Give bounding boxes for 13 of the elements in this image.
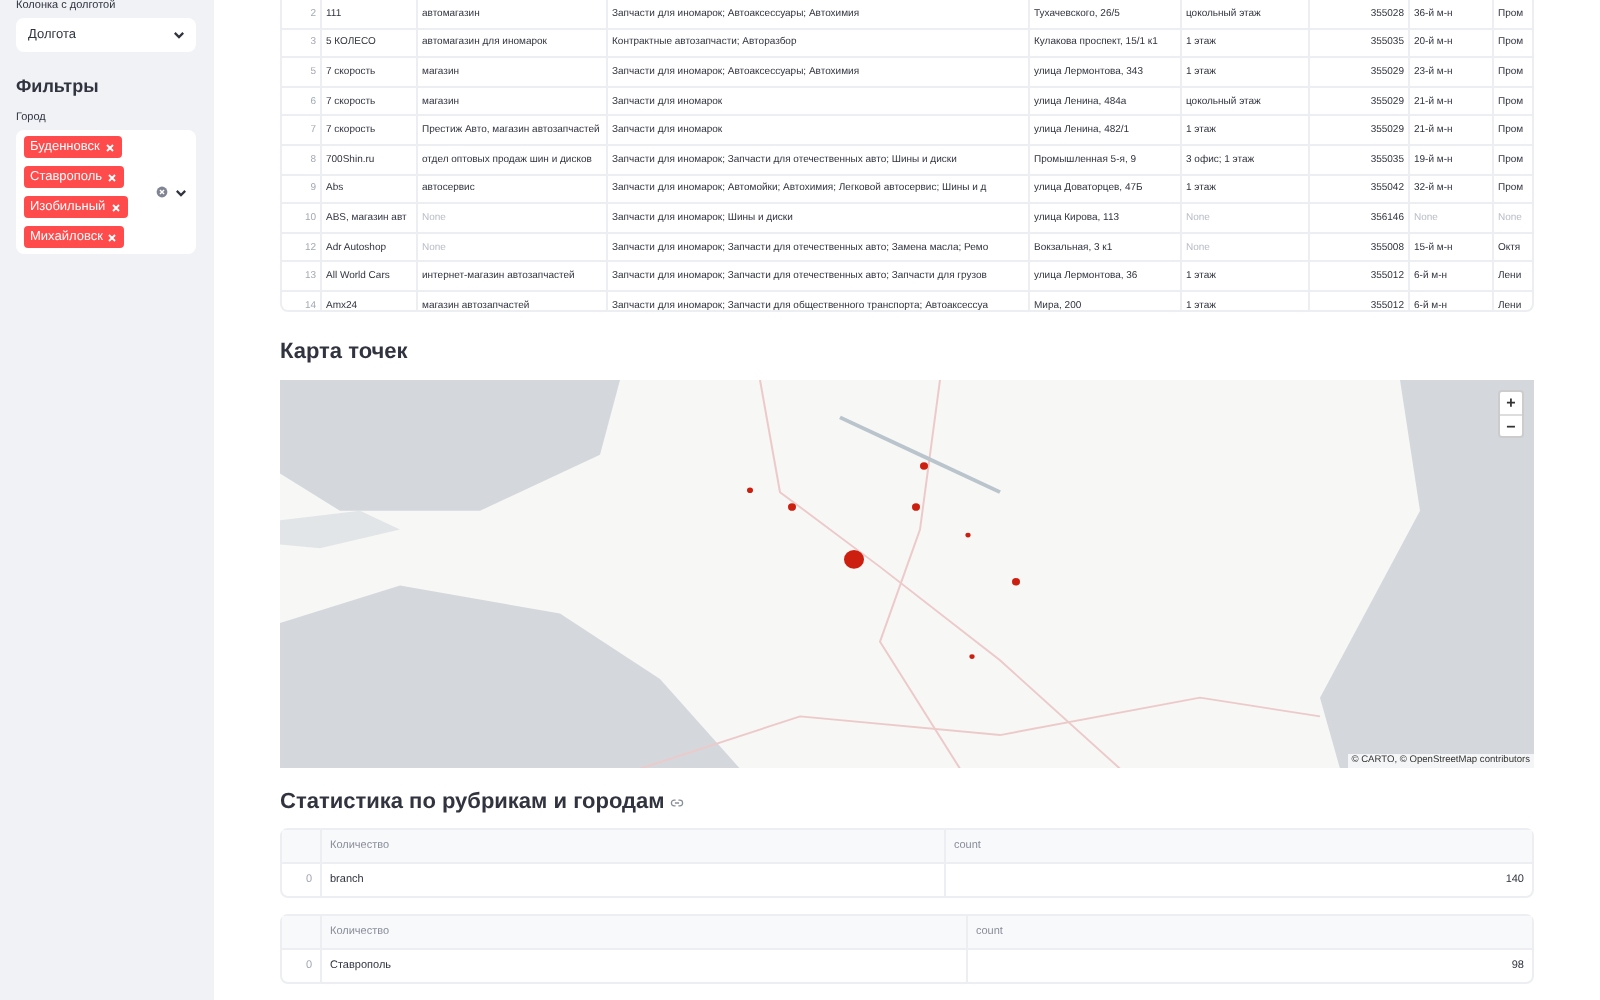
close-icon[interactable]	[109, 201, 122, 213]
chevron-down-icon[interactable]	[174, 185, 188, 199]
close-icon[interactable]	[106, 231, 119, 243]
close-icon[interactable]	[103, 141, 116, 153]
close-icon[interactable]	[106, 171, 119, 183]
chevron-down-icon	[172, 28, 186, 42]
section-heading: Карта точек	[280, 339, 410, 364]
section-heading: Статистика по рубрикам и городам	[280, 790, 665, 814]
clear-icon[interactable]	[156, 186, 168, 198]
section-heading: Фильтры	[16, 76, 101, 96]
link-icon[interactable]	[670, 795, 685, 809]
zoom-in-button[interactable]: +	[1500, 391, 1522, 414]
zoom-out-button[interactable]: −	[1500, 413, 1522, 436]
